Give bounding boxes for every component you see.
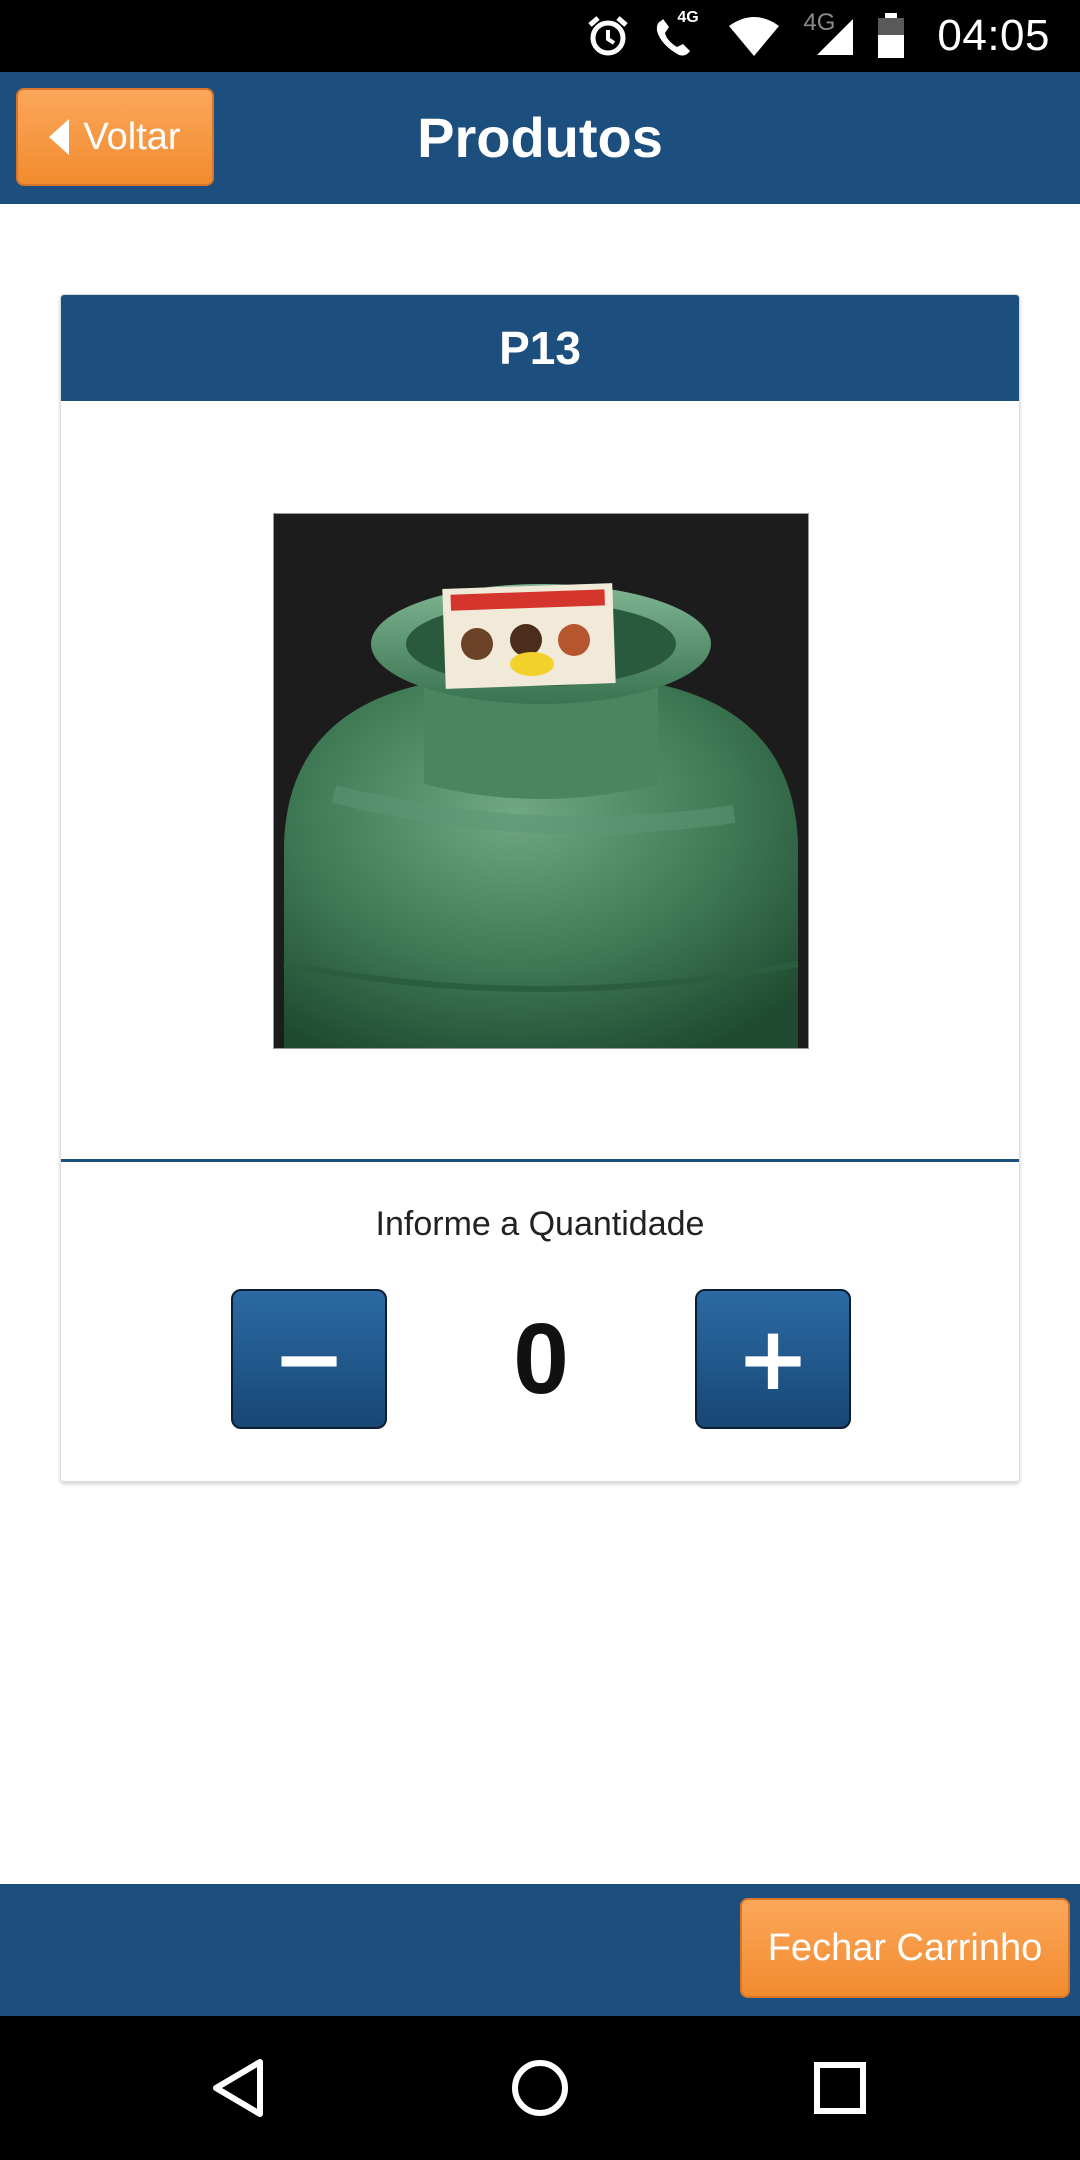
status-icons: 4G 4G 04:05 — [585, 0, 1050, 72]
cell-signal-indicator: 4G — [803, 9, 855, 59]
caret-left-icon — [49, 119, 70, 155]
close-cart-button[interactable]: Fechar Carrinho — [740, 1898, 1070, 1998]
recents-square-icon[interactable] — [804, 2052, 876, 2124]
gas-cylinder-illustration — [274, 514, 808, 1048]
back-button[interactable]: Voltar — [16, 88, 214, 186]
product-name: P13 — [61, 295, 1019, 401]
back-triangle-icon[interactable] — [204, 2052, 276, 2124]
wifi-calling-indicator: 4G — [653, 9, 705, 59]
bottom-bar: Fechar Carrinho — [0, 1884, 1080, 2016]
app-header: Voltar Produtos — [0, 72, 1080, 204]
cell-signal-icon — [817, 19, 854, 55]
battery-icon — [878, 13, 905, 58]
quantity-value: 0 — [513, 1303, 569, 1415]
status-time: 04:05 — [937, 11, 1050, 60]
status-bar: 4G 4G 04:05 — [0, 0, 1080, 72]
call-network-label: 4G — [677, 9, 699, 26]
back-label: Voltar — [83, 115, 181, 158]
alarm-icon — [588, 16, 629, 56]
product-card: P13 Informe a Quantidade − 0 + — [60, 294, 1020, 1482]
quantity-label: Informe a Quantidade — [375, 1205, 705, 1243]
card-divider — [61, 1159, 1019, 1162]
wifi-icon — [729, 17, 780, 56]
system-nav-bar — [0, 2016, 1080, 2160]
home-circle-icon[interactable] — [504, 2052, 576, 2124]
increment-button[interactable]: + — [695, 1289, 851, 1429]
decrement-button[interactable]: − — [231, 1289, 387, 1429]
gas-cylinder-image — [273, 513, 809, 1049]
